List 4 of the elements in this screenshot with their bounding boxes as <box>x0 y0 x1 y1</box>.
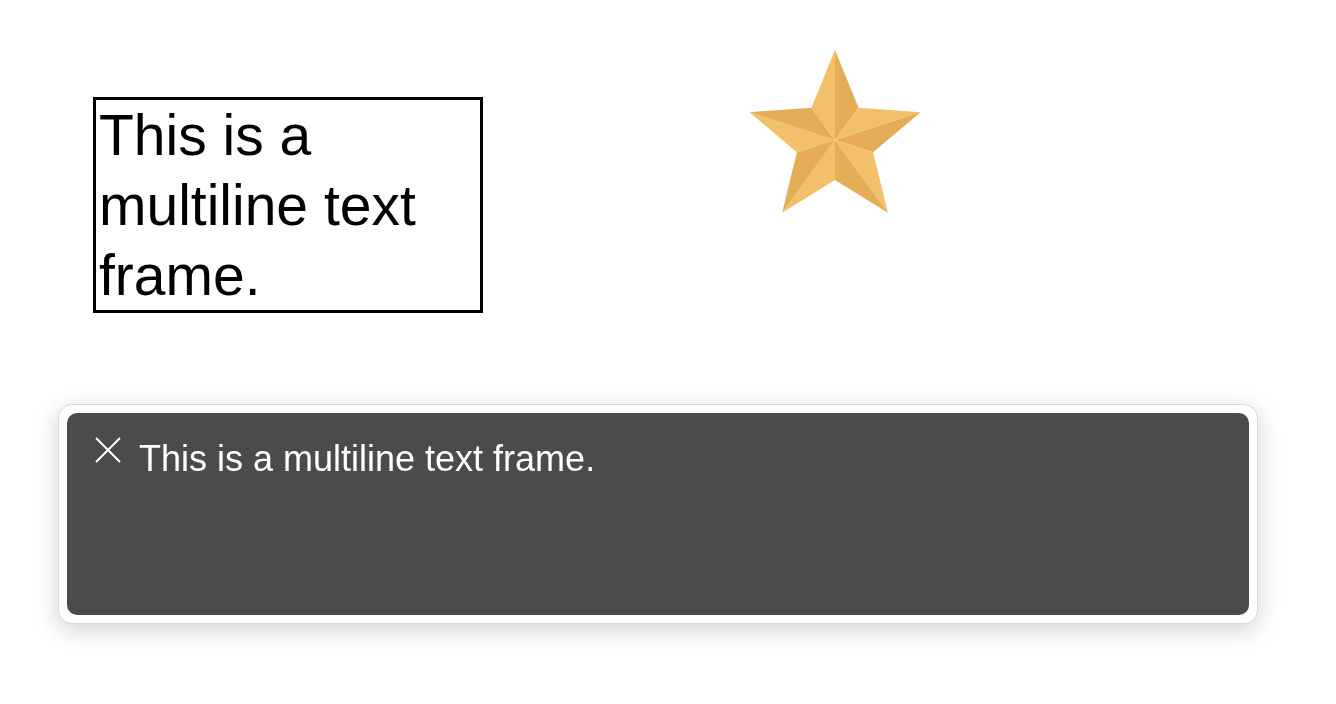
close-icon <box>95 437 121 463</box>
close-button[interactable] <box>95 437 121 463</box>
caption-text: This is a multiline text frame. <box>139 437 596 481</box>
text-frame: This is a multiline text frame. <box>93 97 483 313</box>
